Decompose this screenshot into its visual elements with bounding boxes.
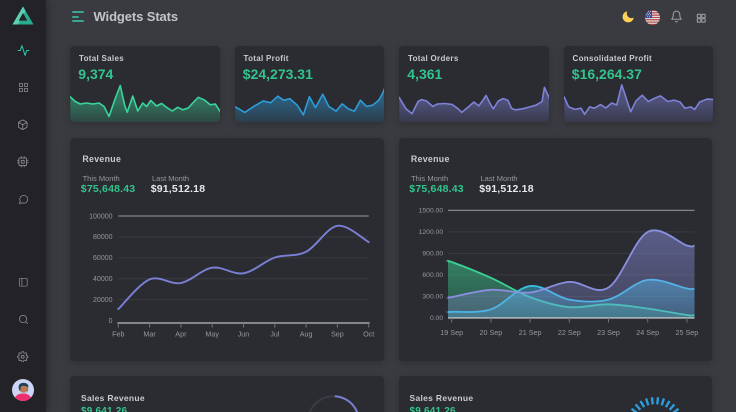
svg-text:20000: 20000 xyxy=(93,296,113,303)
svg-text:80000: 80000 xyxy=(93,234,113,241)
svg-text:300.00: 300.00 xyxy=(422,293,443,300)
svg-text:900.00: 900.00 xyxy=(422,250,443,257)
svg-text:May: May xyxy=(205,329,219,338)
svg-text:Apr: Apr xyxy=(175,329,187,338)
svg-text:Mar: Mar xyxy=(143,329,156,338)
svg-text:23 Sep: 23 Sep xyxy=(597,327,620,336)
svg-text:1500.00: 1500.00 xyxy=(418,207,443,214)
svg-text:Sep: Sep xyxy=(331,329,344,338)
svg-text:40000: 40000 xyxy=(93,276,113,283)
svg-text:20 Sep: 20 Sep xyxy=(479,327,502,336)
svg-text:Aug: Aug xyxy=(300,329,313,338)
svg-text:Jul: Jul xyxy=(270,329,280,338)
svg-text:24 Sep: 24 Sep xyxy=(636,327,659,336)
svg-text:1200.00: 1200.00 xyxy=(418,229,443,236)
svg-text:Feb: Feb xyxy=(112,329,124,338)
svg-text:21 Sep: 21 Sep xyxy=(518,327,541,336)
svg-text:60000: 60000 xyxy=(93,255,113,262)
svg-text:Jun: Jun xyxy=(238,329,250,338)
svg-text:0.00: 0.00 xyxy=(429,315,442,322)
svg-text:19 Sep: 19 Sep xyxy=(440,327,463,336)
svg-text:0: 0 xyxy=(109,317,113,324)
svg-text:25 Sep: 25 Sep xyxy=(675,327,698,336)
svg-text:Oct: Oct xyxy=(363,329,374,338)
svg-text:22 Sep: 22 Sep xyxy=(557,327,580,336)
svg-text:100000: 100000 xyxy=(89,213,112,220)
svg-text:600.00: 600.00 xyxy=(422,272,443,279)
